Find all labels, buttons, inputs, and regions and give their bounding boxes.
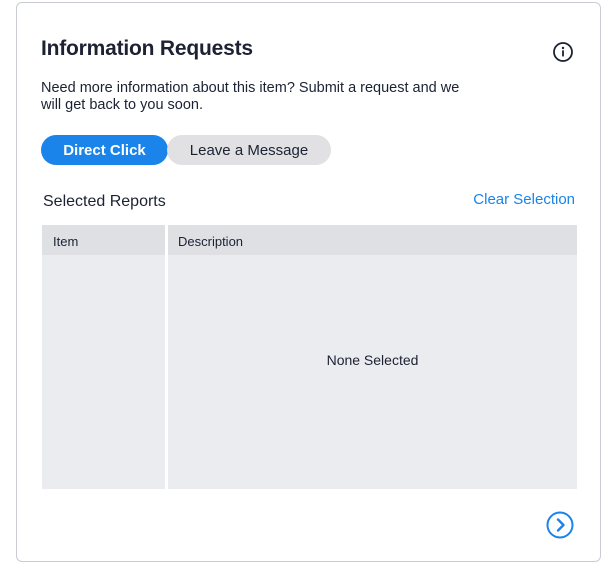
clear-selection-link[interactable]: Clear Selection xyxy=(473,191,575,208)
column-header-description: Description xyxy=(178,234,244,249)
panel-description: Need more information about this item? S… xyxy=(41,80,460,113)
info-icon[interactable] xyxy=(552,41,574,63)
panel-title: Information Requests xyxy=(41,37,253,60)
item-column xyxy=(42,225,165,489)
leave-message-button[interactable]: Leave a Message xyxy=(167,135,331,165)
selected-reports-label: Selected Reports xyxy=(43,193,166,210)
selected-reports-table: Item Description None Selected xyxy=(42,225,577,489)
empty-state-message: None Selected xyxy=(326,352,419,368)
direct-click-button[interactable]: Direct Click xyxy=(41,135,168,165)
next-button[interactable] xyxy=(545,510,575,540)
information-requests-panel: Information Requests Need more informati… xyxy=(16,2,601,562)
chevron-right-circle-icon xyxy=(545,511,575,543)
